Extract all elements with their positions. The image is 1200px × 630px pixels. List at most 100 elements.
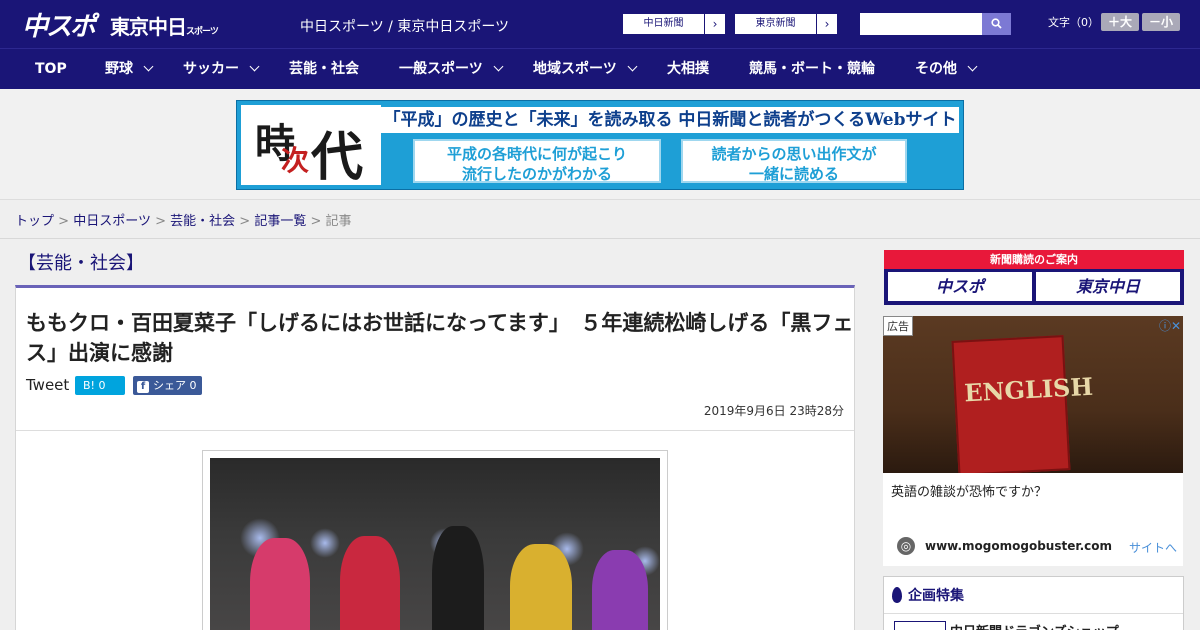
- feature-heading: 企画特集: [892, 585, 964, 605]
- ad-headline: 英語の雑談が恐怖ですか？: [891, 485, 1048, 500]
- nav-other[interactable]: その他: [915, 49, 978, 90]
- stage-light: [310, 528, 340, 558]
- tokyo-shimbun-label: 東京新聞: [735, 14, 817, 34]
- banner-sub-left-line2: 流行したのかがわかる: [461, 165, 612, 183]
- tokyo-chunichi-logo[interactable]: 東京中日スポーツ: [110, 11, 219, 40]
- pin-icon: [892, 587, 902, 603]
- performer-figure: [340, 536, 400, 630]
- breadcrumb-list[interactable]: 記事一覧: [254, 214, 306, 229]
- breadcrumb-top[interactable]: トップ: [15, 214, 54, 229]
- chunichi-shimbun-label: 中日新聞: [623, 14, 705, 34]
- chevron-down-icon: [627, 61, 638, 72]
- hatena-bookmark-button[interactable]: B! 0: [75, 376, 125, 395]
- banner-sub-right-line1: 読者からの思い出作文が: [711, 145, 877, 163]
- feature-item-link[interactable]: 中日新聞ドラゴンズショップ: [950, 621, 1119, 630]
- breadcrumb-sep: >: [310, 214, 322, 229]
- nav-local-sports-label: 地域スポーツ: [533, 61, 617, 77]
- breadcrumb-current: 記事: [325, 214, 352, 229]
- breadcrumb-sep: >: [155, 214, 166, 229]
- font-size-label: 文字（0）: [1048, 16, 1099, 29]
- ad-book-title: ENGLISH: [963, 371, 1094, 408]
- search-icon: [991, 18, 1002, 29]
- nav-top-label: TOP: [35, 61, 67, 77]
- feature-heading-label: 企画特集: [908, 588, 964, 604]
- article-title: ももクロ・百田夏菜子「しげるにはお世話になってます」 ５年連続松崎しげる「黒フェ…: [26, 311, 854, 365]
- ad-label: 広告: [883, 316, 913, 336]
- nav-general-sports[interactable]: 一般スポーツ: [399, 49, 504, 90]
- nav-local-sports[interactable]: 地域スポーツ: [533, 49, 638, 90]
- performer-figure: [432, 526, 484, 630]
- nav-keiba[interactable]: 競馬・ボート・競輪: [749, 49, 875, 90]
- banner-sub-left: 平成の各時代に何が起こり 流行したのかがわかる: [413, 139, 661, 183]
- nav-sumo-label: 大相撲: [667, 61, 709, 77]
- nav-top[interactable]: TOP: [35, 49, 67, 90]
- banner-area: 時 次 代 「平成」の歴史と「未来」を読み取る 中日新聞と読者がつくるWebサイ…: [0, 89, 1200, 200]
- jidai-char-3: 代: [311, 127, 364, 188]
- search-input[interactable]: [860, 13, 982, 35]
- breadcrumb-chunichi[interactable]: 中日スポーツ: [73, 214, 151, 229]
- tokyo-shimbun-button[interactable]: 東京新聞 ›: [734, 13, 838, 35]
- nav-baseball-label: 野球: [105, 61, 133, 77]
- breadcrumb-sep: >: [58, 214, 70, 229]
- facebook-share-button[interactable]: f シェア 0: [133, 376, 202, 395]
- performer-figure: [510, 544, 572, 630]
- tokyo-logo-small: スポーツ: [186, 27, 219, 37]
- globe-icon: ◎: [897, 537, 915, 555]
- chuspo-logo[interactable]: 中スポ: [22, 6, 96, 43]
- performer-figure: [592, 550, 648, 630]
- performer-figure: [250, 538, 310, 630]
- search-button[interactable]: [982, 13, 1011, 35]
- breadcrumb-sep: >: [239, 214, 251, 229]
- nav-entertainment-label: 芸能・社会: [289, 61, 359, 77]
- breadcrumb: トップ > 中日スポーツ > 芸能・社会 > 記事一覧 > 記事: [15, 210, 352, 229]
- feature-box: 企画特集 中日新聞ドラゴンズショップ: [883, 576, 1184, 630]
- breadcrumb-category[interactable]: 芸能・社会: [170, 214, 235, 229]
- article-photo[interactable]: [210, 458, 660, 630]
- chuspo-subscribe-button[interactable]: 中スポ: [888, 272, 1032, 301]
- nav-baseball[interactable]: 野球: [105, 49, 154, 90]
- site-links[interactable]: 中日スポーツ / 東京中日スポーツ: [300, 16, 509, 36]
- top-header: 中スポ 東京中日スポーツ 中日スポーツ / 東京中日スポーツ 中日新聞 › 東京…: [0, 0, 1200, 48]
- tokyo-logo-main: 東京中日: [110, 15, 187, 39]
- chevron-right-icon: ›: [824, 17, 830, 31]
- facebook-icon: f: [137, 381, 149, 393]
- font-size-down-button[interactable]: －小: [1142, 13, 1180, 31]
- tweet-button[interactable]: Tweet: [26, 376, 69, 394]
- chevron-down-icon: [249, 61, 260, 72]
- sidebar-ad[interactable]: ENGLISH 広告 ⓘ✕ 英語の雑談が恐怖ですか？ ◎ www.mogomog…: [883, 316, 1183, 566]
- ad-visit-link[interactable]: サイトへ: [1129, 539, 1177, 556]
- category-heading: 【芸能・社会】: [18, 253, 144, 274]
- banner-sub-right-line2: 一緒に読める: [748, 165, 839, 183]
- banner-sub-right: 読者からの思い出作文が 一緒に読める: [681, 139, 907, 183]
- article-separator: [16, 430, 854, 431]
- chunichi-shimbun-button[interactable]: 中日新聞 ›: [622, 13, 726, 35]
- banner-sub-left-line1: 平成の各時代に何が起こり: [446, 145, 627, 163]
- subscription-heading: 新聞購読のご案内: [884, 250, 1184, 269]
- chevron-down-icon: [143, 61, 154, 72]
- nav-keiba-label: 競馬・ボート・競輪: [749, 61, 875, 77]
- subscription-box: 新聞購読のご案内 中スポ 東京中日: [884, 250, 1184, 305]
- jidai-logo: 時 次 代: [241, 105, 381, 188]
- nav-general-sports-label: 一般スポーツ: [399, 61, 483, 77]
- main-nav: TOP 野球 サッカー 芸能・社会 一般スポーツ 地域スポーツ 大相撲 競馬・ボ…: [0, 48, 1200, 89]
- facebook-share-label: シェア 0: [153, 379, 197, 392]
- feature-separator: [884, 613, 1183, 614]
- nav-entertainment[interactable]: 芸能・社会: [289, 49, 359, 90]
- chevron-down-icon: [493, 61, 504, 72]
- nav-soccer[interactable]: サッカー: [183, 49, 260, 90]
- feature-thumbnail[interactable]: [894, 621, 946, 630]
- jidai-char-2: 次: [281, 144, 310, 177]
- ad-close-icon[interactable]: ⓘ✕: [1159, 317, 1181, 334]
- font-size-up-button[interactable]: ＋大: [1101, 13, 1139, 31]
- nav-soccer-label: サッカー: [183, 61, 239, 77]
- english-book-image: ENGLISH: [951, 335, 1094, 473]
- article-photo-frame: [202, 450, 668, 630]
- ad-domain: www.mogomogobuster.com: [925, 539, 1112, 553]
- ad-image: ENGLISH 広告 ⓘ✕: [883, 316, 1183, 473]
- breadcrumb-divider: [0, 238, 1200, 239]
- chevron-down-icon: [967, 61, 978, 72]
- nav-sumo[interactable]: 大相撲: [667, 49, 709, 90]
- nav-other-label: その他: [915, 61, 957, 77]
- tokyo-subscribe-button[interactable]: 東京中日: [1036, 272, 1180, 301]
- jidai-banner-ad[interactable]: 時 次 代 「平成」の歴史と「未来」を読み取る 中日新聞と読者がつくるWebサイ…: [236, 100, 964, 190]
